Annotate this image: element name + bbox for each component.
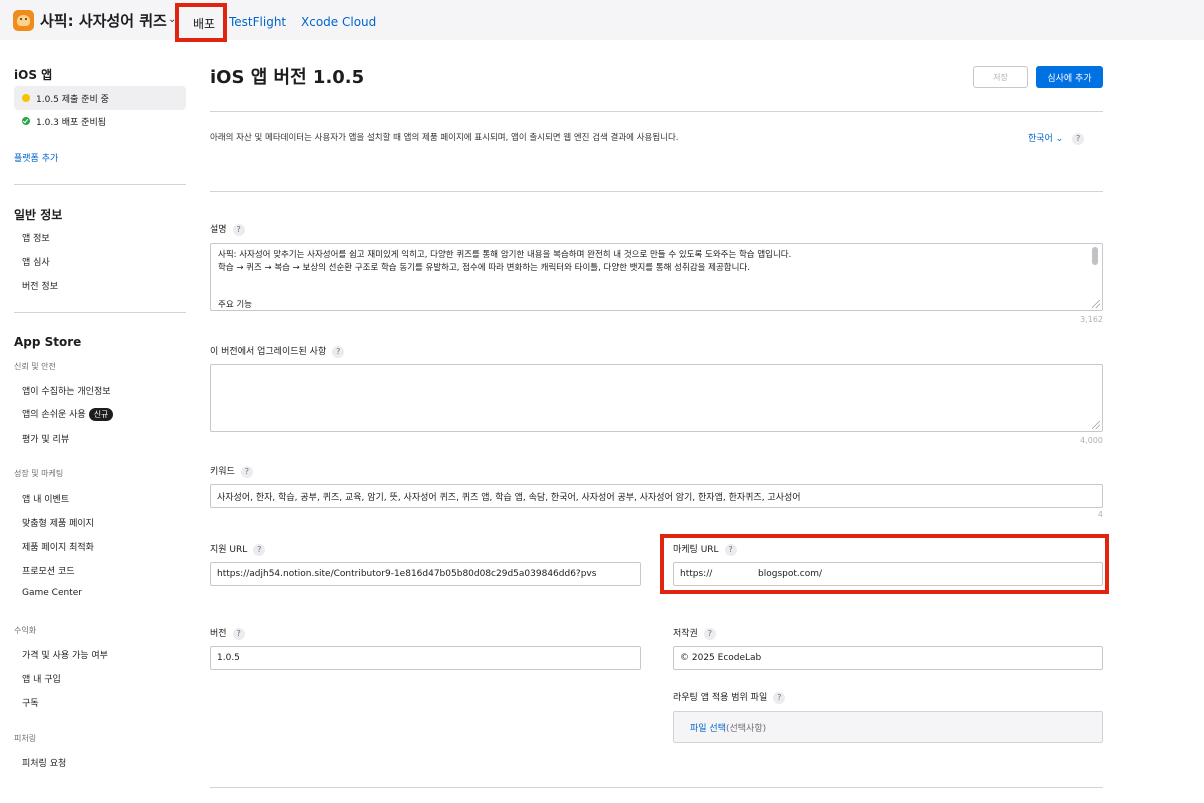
sidebar-item-privacy[interactable]: 앱이 수집하는 개인정보: [22, 384, 111, 397]
sidebar-heading-app-store: App Store: [14, 335, 82, 349]
sidebar-item-game-center[interactable]: Game Center: [22, 588, 82, 598]
sidebar-item-custom-product-pages[interactable]: 맞춤형 제품 페이지: [22, 516, 94, 529]
copyright-label: 저작권?: [673, 626, 716, 640]
field-label-text: 저작권: [673, 629, 698, 639]
help-icon[interactable]: ?: [232, 224, 245, 236]
sidebar-heading-general: 일반 정보: [14, 208, 63, 222]
language-selector[interactable]: 한국어 ⌄ ?: [1028, 131, 1085, 145]
version-label: 버전?: [210, 626, 245, 640]
help-icon[interactable]: ?: [773, 692, 786, 704]
version-label: 1.0.3 배포 준비됨: [36, 117, 107, 128]
sidebar-item-featuring-request[interactable]: 피처링 요청: [22, 756, 66, 769]
sidebar-version-1-0-3[interactable]: 1.0.3 배포 준비됨: [14, 109, 186, 133]
sidebar-item-subscriptions[interactable]: 구독: [22, 696, 39, 709]
description-label: 설명?: [210, 222, 245, 236]
field-label-text: 지원 URL: [210, 545, 248, 555]
version-input[interactable]: 1.0.5: [210, 646, 641, 670]
resize-handle-icon[interactable]: [1092, 421, 1100, 429]
sidebar-heading-ios: iOS 앱: [14, 68, 53, 82]
keywords-label: 키워드?: [210, 464, 253, 478]
choose-file-link[interactable]: 파일 선택: [690, 721, 726, 734]
whats-new-label: 이 버전에서 업그레이드된 사항?: [210, 344, 345, 358]
field-label-text: 키워드: [210, 467, 235, 477]
divider: [210, 787, 1103, 788]
keywords-input[interactable]: 사자성어, 한자, 학습, 공부, 퀴즈, 교육, 암기, 뜻, 사자성어 퀴즈…: [210, 484, 1103, 508]
copyright-input[interactable]: © 2025 EcodeLab: [673, 646, 1103, 670]
sidebar-item-version-info[interactable]: 버전 정보: [22, 279, 58, 292]
status-dot-icon: [22, 94, 30, 102]
sidebar-section-growth: 성장 및 마케팅: [14, 469, 64, 478]
support-url-label: 지원 URL?: [210, 542, 266, 556]
sidebar-item-app-info[interactable]: 앱 정보: [22, 231, 50, 244]
resize-handle-icon[interactable]: [1092, 300, 1100, 308]
tab-xcode-cloud[interactable]: Xcode Cloud: [301, 15, 376, 29]
language-label: 한국어 ⌄: [1028, 134, 1064, 144]
help-icon[interactable]: ?: [1072, 133, 1085, 145]
sidebar-item-product-page-optimization[interactable]: 제품 페이지 최적화: [22, 540, 94, 553]
sidebar-item-in-app-events[interactable]: 앱 내 이벤트: [22, 492, 69, 505]
help-icon[interactable]: ?: [232, 628, 245, 640]
field-label-text: 설명: [210, 225, 227, 235]
sidebar-section-trust: 신뢰 및 안전: [14, 362, 56, 371]
character-counter: 4,000: [1080, 436, 1103, 445]
page-title: iOS 앱 버전 1.0.5: [210, 67, 365, 88]
highlight-box-marketing-url: [660, 534, 1109, 594]
sidebar-item-label: 앱의 손쉬운 사용: [22, 410, 86, 420]
field-label-text: 버전: [210, 629, 227, 639]
intro-text: 아래의 자산 및 메타데이터는 사용자가 앱을 설치할 때 앱의 제품 페이지에…: [210, 133, 679, 143]
help-icon[interactable]: ?: [703, 628, 716, 640]
description-text: 사픽: 사자성어 맞추기는 사자성어를 쉽고 재미있게 익히고, 다양한 퀴즈를…: [218, 250, 792, 310]
new-badge: 신규: [88, 408, 114, 421]
sidebar-item-accessibility[interactable]: 앱의 손쉬운 사용 신규: [22, 407, 114, 421]
routing-file-label: 라우팅 앱 적용 범위 파일?: [673, 690, 786, 704]
sidebar-section-monetization: 수익화: [14, 626, 37, 635]
sidebar-item-in-app-purchases[interactable]: 앱 내 구입: [22, 672, 61, 685]
version-label: 1.0.5 제출 준비 중: [36, 94, 109, 105]
checkmark-circle-icon: [22, 117, 30, 125]
save-button[interactable]: 저장: [973, 66, 1028, 88]
app-icon: [13, 10, 34, 31]
tab-testflight[interactable]: TestFlight: [229, 15, 286, 29]
field-label-text: 라우팅 앱 적용 범위 파일: [673, 693, 768, 703]
help-icon[interactable]: ?: [253, 544, 266, 556]
character-counter: 4: [1097, 510, 1103, 519]
sidebar-item-promo-codes[interactable]: 프로모션 코드: [22, 564, 75, 577]
sidebar-item-app-review[interactable]: 앱 심사: [22, 255, 50, 268]
sidebar: iOS 앱 1.0.5 제출 준비 중 1.0.3 배포 준비됨 플랫폼 추가 …: [0, 40, 200, 803]
divider: [210, 111, 1103, 112]
add-platform-link[interactable]: 플랫폼 추가: [14, 151, 58, 164]
field-label-text: 이 버전에서 업그레이드된 사항: [210, 347, 327, 357]
divider: [14, 184, 186, 185]
sidebar-item-ratings[interactable]: 평가 및 리뷰: [22, 432, 69, 445]
sidebar-item-pricing[interactable]: 가격 및 사용 가능 여부: [22, 648, 108, 661]
divider: [210, 191, 1103, 192]
whats-new-textarea[interactable]: [210, 364, 1103, 432]
sidebar-section-featuring: 피처링: [14, 734, 37, 743]
help-icon[interactable]: ?: [240, 466, 253, 478]
routing-file-picker[interactable]: 파일 선택 (선택사항): [673, 711, 1103, 743]
help-icon[interactable]: ?: [332, 346, 345, 358]
scrollbar[interactable]: [1092, 247, 1098, 265]
description-textarea[interactable]: 사픽: 사자성어 맞추기는 사자성어를 쉽고 재미있게 익히고, 다양한 퀴즈를…: [210, 243, 1103, 311]
app-name[interactable]: 사픽: 사자성어 퀴즈: [40, 10, 167, 31]
whats-new-text: [211, 365, 1102, 375]
add-for-review-button[interactable]: 심사에 추가: [1036, 66, 1103, 88]
character-counter: 3,162: [1080, 315, 1103, 324]
support-url-input[interactable]: https://adjh54.notion.site/Contributor9-…: [210, 562, 641, 586]
divider: [14, 312, 186, 313]
optional-label: (선택사항): [725, 723, 767, 734]
sidebar-version-1-0-5[interactable]: 1.0.5 제출 준비 중: [14, 86, 186, 110]
highlight-box-tab: [175, 3, 227, 42]
